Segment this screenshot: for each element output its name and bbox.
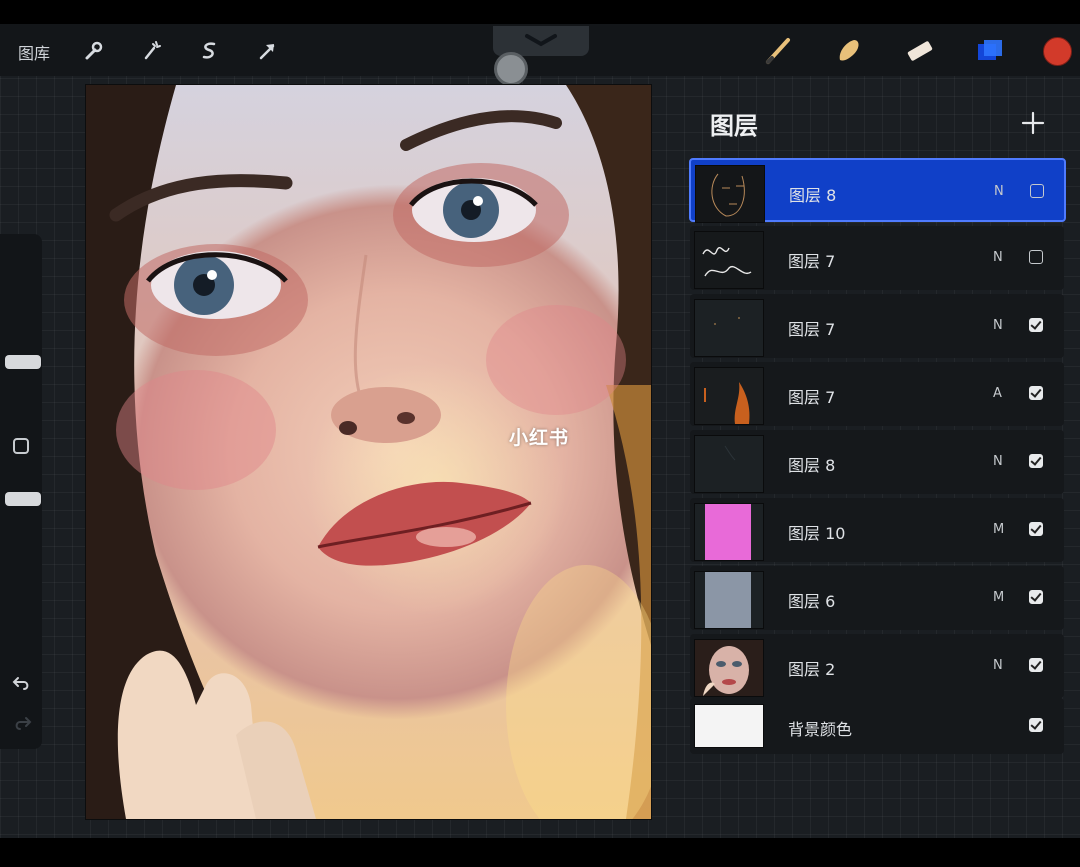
- layer-thumbnail: [694, 299, 764, 357]
- brush-size-slider[interactable]: [5, 355, 41, 369]
- drawing-canvas[interactable]: 小红书: [85, 84, 652, 820]
- opacity-slider[interactable]: [5, 492, 41, 506]
- layers-panel-title: 图层: [710, 112, 758, 140]
- layer-thumbnail: [694, 231, 764, 289]
- visibility-checkbox[interactable]: [1029, 454, 1043, 468]
- layer-name: 图层 10: [788, 524, 846, 543]
- layer-thumbnail: [694, 367, 764, 425]
- blend-mode[interactable]: A: [993, 386, 1002, 401]
- visibility-checkbox[interactable]: [1029, 386, 1043, 400]
- layer-row[interactable]: 图层 7 A: [690, 362, 1064, 426]
- layer-name: 图层 8: [789, 186, 837, 205]
- modify-button[interactable]: [13, 438, 29, 454]
- layer-thumbnail: [694, 503, 764, 561]
- layer-thumbnail: [695, 165, 765, 223]
- blend-mode[interactable]: N: [993, 250, 1003, 265]
- blend-mode[interactable]: N: [993, 658, 1003, 673]
- layer-name: 图层 7: [788, 388, 836, 407]
- smudge-icon[interactable]: [832, 34, 866, 68]
- add-layer-plus-icon[interactable]: [1020, 110, 1046, 136]
- blend-mode[interactable]: M: [993, 590, 1004, 605]
- procreate-app: 图库 小红书 图层 图层 8 N 图层 7 N 图层 7 N 图层 7 A 图层…: [0, 24, 1080, 838]
- blend-mode[interactable]: M: [993, 522, 1004, 537]
- portrait-artwork: [86, 85, 651, 819]
- layer-row[interactable]: 图层 10 M: [690, 498, 1064, 562]
- bottom-bar: [0, 838, 1080, 867]
- layer-row[interactable]: 图层 7 N: [690, 294, 1064, 358]
- visibility-checkbox[interactable]: [1029, 590, 1043, 604]
- xiaohongshu-watermark: 小红书: [509, 427, 570, 449]
- gallery-button[interactable]: 图库: [18, 40, 50, 64]
- layer-name: 图层 7: [788, 320, 836, 339]
- pull-handle[interactable]: [494, 52, 528, 86]
- layer-row[interactable]: 图层 2 N: [690, 634, 1064, 698]
- blend-mode[interactable]: N: [994, 184, 1004, 199]
- visibility-checkbox[interactable]: [1029, 250, 1043, 264]
- layer-thumbnail: [694, 704, 764, 748]
- brush-icon[interactable]: [762, 34, 796, 68]
- eraser-icon[interactable]: [902, 34, 936, 68]
- wrench-icon[interactable]: [80, 38, 106, 64]
- layer-row[interactable]: 图层 8 N: [690, 430, 1064, 494]
- blend-mode[interactable]: N: [993, 454, 1003, 469]
- color-picker-button[interactable]: [1043, 37, 1072, 66]
- layer-thumbnail: [694, 435, 764, 493]
- layer-name: 图层 7: [788, 252, 836, 271]
- layer-name: 图层 2: [788, 660, 836, 679]
- layer-name: 背景颜色: [788, 720, 853, 739]
- layer-row[interactable]: 图层 7 N: [690, 226, 1064, 290]
- visibility-checkbox[interactable]: [1029, 658, 1043, 672]
- selection-icon[interactable]: [196, 38, 222, 64]
- layer-row[interactable]: 背景颜色: [690, 698, 1064, 754]
- transform-arrow-icon[interactable]: [254, 38, 280, 64]
- layer-name: 图层 6: [788, 592, 836, 611]
- visibility-checkbox[interactable]: [1029, 318, 1043, 332]
- visibility-checkbox[interactable]: [1030, 184, 1044, 198]
- layer-thumbnail: [694, 639, 764, 697]
- visibility-checkbox[interactable]: [1029, 718, 1043, 732]
- undo-icon[interactable]: [12, 674, 32, 692]
- blend-mode[interactable]: N: [993, 318, 1003, 333]
- layer-row[interactable]: 图层 6 M: [690, 566, 1064, 630]
- left-sidebar: [0, 234, 42, 749]
- magic-wand-icon[interactable]: [138, 38, 164, 64]
- layer-row[interactable]: 图层 8 N: [689, 158, 1066, 223]
- layers-icon[interactable]: [974, 34, 1008, 68]
- redo-icon[interactable]: [12, 714, 32, 732]
- top-toolbar: 图库: [0, 24, 1080, 86]
- layer-name: 图层 8: [788, 456, 836, 475]
- layer-thumbnail: [694, 571, 764, 629]
- visibility-checkbox[interactable]: [1029, 522, 1043, 536]
- layers-panel: 图层 图层 8 N 图层 7 N 图层 7 N 图层 7 A 图层 8 N 图层…: [686, 86, 1068, 786]
